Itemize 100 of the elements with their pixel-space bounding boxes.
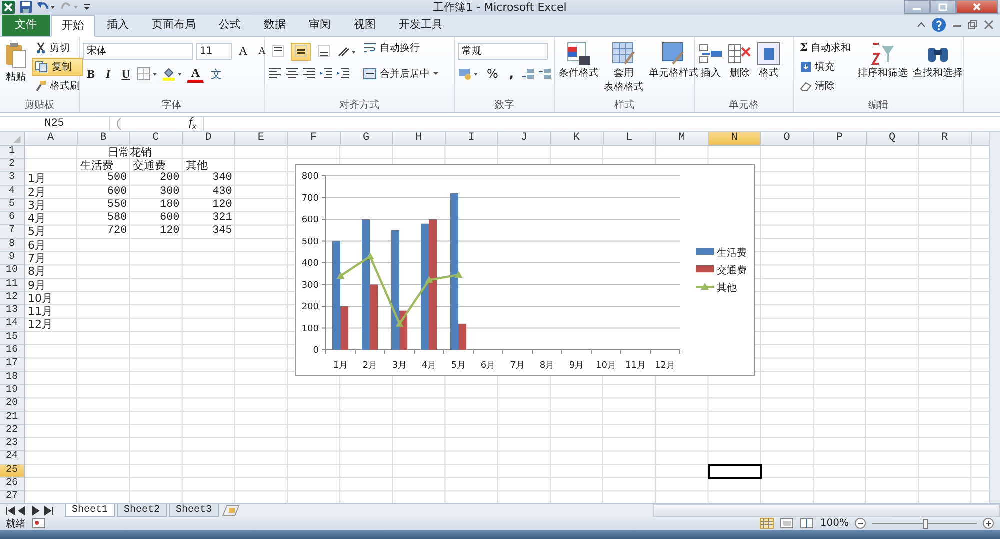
cell-styles-button[interactable]: 单元格样式	[648, 38, 700, 83]
column-header[interactable]: A	[25, 132, 78, 146]
row-header[interactable]: 13	[0, 305, 25, 318]
column-header[interactable]: E	[235, 132, 288, 146]
sheet-tab[interactable]: Sheet3	[169, 504, 220, 518]
row-header[interactable]: 21	[0, 412, 25, 425]
macro-record-icon[interactable]	[32, 518, 46, 530]
row-header[interactable]: 6	[0, 212, 25, 226]
wrap-text-button[interactable]: 自动换行	[360, 38, 442, 57]
ribbon-tab[interactable]: 数据	[253, 14, 297, 36]
underline-button[interactable]: U	[118, 66, 134, 83]
comma-button[interactable]: ,	[505, 66, 518, 83]
phonetic-button[interactable]: 文	[207, 66, 226, 83]
name-box[interactable]: N25	[0, 116, 110, 131]
zoom-level[interactable]: 100%	[820, 518, 849, 530]
column-header[interactable]: N	[708, 132, 762, 146]
fill-color-icon[interactable]	[162, 67, 184, 82]
insert-button[interactable]: 插入	[698, 38, 724, 83]
zoom-in-icon[interactable]	[983, 518, 994, 530]
ribbon-tab[interactable]: 开发工具	[388, 14, 454, 36]
column-header[interactable]: K	[550, 132, 604, 146]
shrink-font-button[interactable]: A	[254, 42, 270, 60]
row-header[interactable]: 17	[0, 358, 25, 372]
increase-indent-icon[interactable]	[336, 66, 350, 79]
number-format-dropdown[interactable]: 常规	[458, 42, 548, 60]
row-header[interactable]: 26	[0, 478, 25, 492]
selected-cell[interactable]	[708, 464, 762, 478]
column-header[interactable]: H	[393, 132, 446, 146]
ribbon-tab[interactable]: 开始	[51, 14, 95, 37]
page-layout-icon[interactable]	[780, 518, 794, 530]
zoom-out-icon[interactable]	[855, 518, 866, 530]
collapse-ribbon-icon[interactable]	[917, 20, 926, 30]
font-size-dropdown[interactable]: 11	[196, 42, 232, 60]
orientation-icon[interactable]	[337, 46, 357, 58]
normal-view-icon[interactable]	[760, 518, 774, 530]
sheet-tab[interactable]: Sheet1	[65, 504, 116, 518]
format-button[interactable]: 格式	[756, 38, 782, 83]
increase-decimal-icon[interactable]	[520, 68, 535, 80]
column-header[interactable]: J	[498, 132, 551, 146]
format-painter-button[interactable]: 格式刷	[32, 76, 83, 95]
row-header[interactable]: 9	[0, 252, 25, 266]
save-icon[interactable]	[20, 1, 32, 14]
row-header[interactable]: 3	[0, 172, 25, 186]
autosum-button[interactable]: Σ 自动求和	[797, 38, 854, 57]
row-header[interactable]: 22	[0, 424, 25, 438]
row-header[interactable]: 2	[0, 158, 25, 172]
row-header[interactable]: 8	[0, 238, 25, 252]
find-select-button[interactable]: 查找和选择	[912, 38, 964, 83]
fill-button[interactable]: 填充	[797, 58, 854, 76]
column-header[interactable]: G	[340, 132, 394, 146]
column-header[interactable]: R	[919, 132, 972, 146]
align-left-icon[interactable]	[268, 66, 282, 79]
row-header[interactable]: 10	[0, 265, 25, 279]
delete-button[interactable]: 删除	[727, 38, 753, 83]
insert-function-button[interactable]: f$_{x}$	[186, 114, 200, 132]
column-header[interactable]: Q	[866, 132, 920, 146]
column-header[interactable]: D	[182, 132, 236, 146]
row-header[interactable]: 23	[0, 438, 25, 452]
row-header[interactable]: 18	[0, 372, 25, 385]
ribbon-tab[interactable]: 插入	[96, 14, 140, 36]
italic-button[interactable]: I	[102, 66, 115, 83]
row-header[interactable]: 19	[0, 384, 25, 398]
row-header[interactable]: 20	[0, 398, 25, 412]
chart[interactable]: 0 100 200 300 400 500 600 700 800 1月 2月 3月 4月 5月 6月 7月 8月 9月 10月 11月 12月 生活费 交通费 其他	[295, 164, 755, 376]
close-icon[interactable]	[984, 20, 994, 30]
row-header[interactable]: 25	[0, 464, 25, 478]
sort-filter-button[interactable]: 排序和筛选	[856, 38, 909, 83]
horizontal-scrollbar[interactable]	[653, 504, 1000, 518]
row-header[interactable]: 27	[0, 491, 25, 504]
percent-button[interactable]: %	[483, 66, 502, 83]
ribbon-tab[interactable]: 视图	[343, 14, 387, 36]
row-header[interactable]: 16	[0, 345, 25, 358]
column-header[interactable]: L	[604, 132, 656, 146]
conditional-format-button[interactable]: 条件格式	[558, 38, 600, 83]
row-header[interactable]: 5	[0, 198, 25, 212]
column-header[interactable]: I	[446, 132, 498, 146]
clear-button[interactable]: 清除	[797, 76, 854, 95]
row-header[interactable]: 7	[0, 225, 25, 239]
vertical-align-button[interactable]	[291, 42, 311, 61]
table-format-button[interactable]: 套用 表格格式	[603, 38, 645, 97]
row-header[interactable]: 24	[0, 451, 25, 465]
help-icon[interactable]	[932, 18, 946, 32]
decrease-decimal-icon[interactable]	[538, 68, 552, 80]
column-header[interactable]: M	[656, 132, 709, 146]
bold-button[interactable]: B	[83, 66, 100, 83]
column-header[interactable]: C	[130, 132, 183, 146]
ribbon-tab[interactable]: 页面布局	[141, 14, 207, 36]
font-color-button[interactable]: A	[187, 66, 204, 83]
sheet-tab[interactable]: Sheet2	[117, 504, 168, 518]
vertical-scrollbar[interactable]	[989, 132, 1000, 504]
column-header[interactable]: F	[288, 132, 341, 146]
row-header[interactable]: 14	[0, 318, 25, 332]
ribbon-tab[interactable]: 公式	[208, 14, 252, 36]
restore-icon[interactable]	[968, 20, 978, 30]
cut-button[interactable]: 剪切	[32, 38, 83, 57]
row-header[interactable]: 15	[0, 332, 25, 346]
paste-button[interactable]: 粘贴	[3, 38, 29, 87]
merge-center-button[interactable]: 合并后居中	[360, 64, 442, 83]
ribbon-tab[interactable]: 审阅	[298, 14, 342, 36]
decrease-indent-icon[interactable]	[319, 66, 333, 79]
